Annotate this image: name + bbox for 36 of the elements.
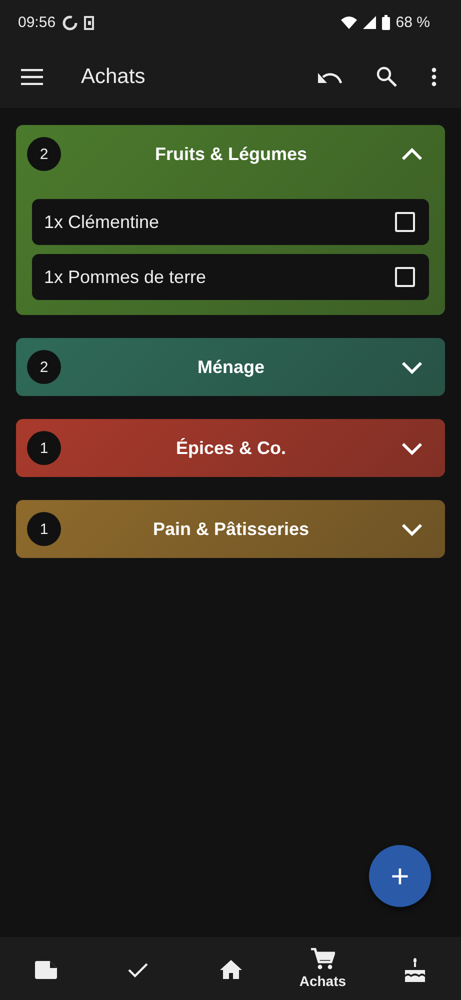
checkbox[interactable]: [395, 212, 415, 232]
cake-icon: [404, 958, 426, 982]
chevron-down-icon[interactable]: [401, 360, 423, 374]
battery-icon: [382, 15, 390, 30]
item-label: 1x Clémentine: [44, 212, 160, 232]
category-title[interactable]: Ménage: [61, 356, 401, 378]
search-icon[interactable]: [376, 66, 397, 87]
category-title[interactable]: Épices & Co.: [61, 438, 401, 458]
home-icon: [220, 960, 242, 979]
battery-percent: 68 %: [396, 14, 430, 31]
category-title[interactable]: Pain & Pâtisseries: [61, 518, 401, 540]
note-icon: [35, 960, 58, 978]
sim-card-icon: [84, 16, 94, 30]
chevron-down-icon[interactable]: [401, 522, 423, 536]
list-item[interactable]: 1x Clémentine: [32, 199, 429, 245]
check-icon: [128, 962, 148, 978]
sync-icon: [62, 14, 78, 30]
clock: 09:56: [18, 14, 56, 31]
menu-icon[interactable]: [21, 68, 43, 84]
add-button[interactable]: +: [369, 845, 431, 907]
category-title[interactable]: Fruits & Légumes: [61, 144, 401, 164]
count-badge: 1: [27, 512, 61, 546]
count-badge: 2: [27, 137, 61, 171]
toolbar-title: Achats: [81, 64, 146, 88]
nav-label: Achats: [299, 973, 346, 989]
signal-icon: [362, 16, 376, 29]
count-badge: 1: [27, 431, 61, 465]
item-label: 1x Pommes de terre: [44, 266, 206, 288]
checkbox[interactable]: [395, 267, 415, 287]
chevron-down-icon[interactable]: [401, 442, 423, 454]
more-icon[interactable]: [431, 66, 437, 86]
count-badge: 2: [27, 350, 61, 384]
chevron-up-icon[interactable]: [401, 148, 423, 160]
list-item[interactable]: 1x Pommes de terre: [32, 254, 429, 300]
cart-icon: [310, 948, 335, 970]
wifi-icon: [340, 16, 357, 29]
